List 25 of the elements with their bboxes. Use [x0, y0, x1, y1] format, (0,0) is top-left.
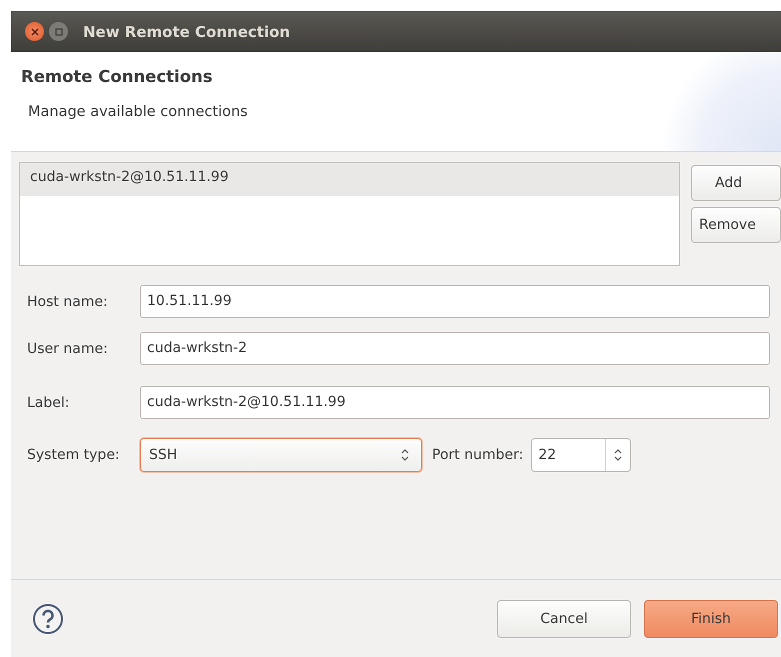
finish-button[interactable]: Finish [644, 600, 778, 638]
input-field[interactable]: cuda-wrkstn-2@10.51.11.99 [140, 386, 770, 419]
square-icon [54, 28, 62, 36]
field-label: User name: [26, 340, 109, 356]
field-label: Label: [26, 394, 70, 410]
field-label: Host name: [26, 294, 109, 310]
input-field[interactable]: cuda-wrkstn-2 [140, 332, 770, 365]
cancel-button[interactable]: Cancel [497, 600, 631, 638]
help-icon[interactable] [32, 602, 64, 634]
port-spinner[interactable]: 22 [531, 438, 632, 472]
maximize-button[interactable] [49, 22, 68, 41]
up-down-arrows-icon[interactable] [614, 448, 622, 462]
window-title: New Remote Connection [83, 22, 290, 40]
input-field[interactable]: 10.51.11.99 [140, 285, 770, 318]
page-title: Remote Connections [21, 67, 213, 86]
add-button[interactable]: Add [691, 165, 781, 201]
close-button[interactable] [25, 22, 44, 41]
up-down-arrows-icon [401, 448, 409, 462]
list-item[interactable]: cuda-wrkstn-2@10.51.11.99 [20, 163, 679, 196]
remove-button[interactable]: Remove [691, 207, 781, 243]
close-icon [30, 28, 38, 36]
page-description: Manage available connections [28, 104, 248, 120]
field-label: System type: [26, 446, 121, 462]
system-type-dropdown[interactable]: SSH [140, 438, 422, 472]
field-label: Port number: [431, 446, 524, 462]
